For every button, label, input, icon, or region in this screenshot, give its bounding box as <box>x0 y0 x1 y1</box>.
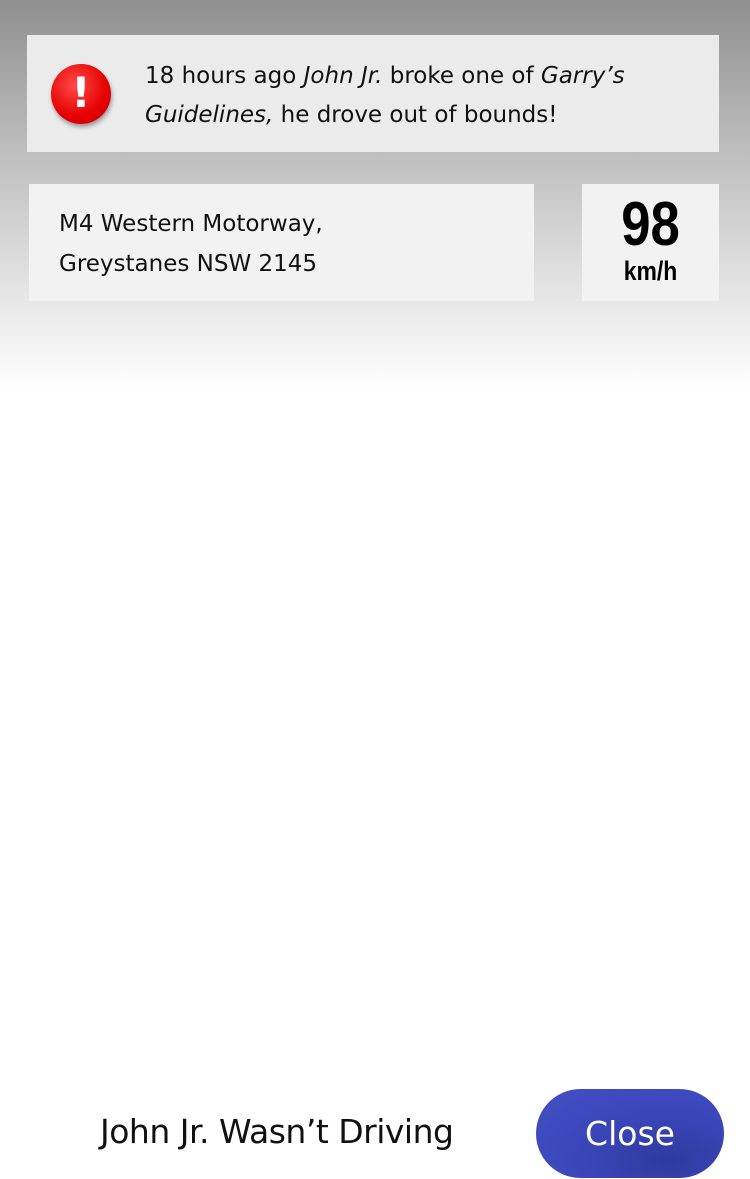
speed-value: 98 <box>621 190 680 259</box>
alert-middle-text: broke one of <box>382 63 541 89</box>
location-card: M4 Western Motorway, Greystanes NSW 2145 <box>29 184 534 301</box>
alert-time-ago: 18 hours ago <box>145 63 297 89</box>
alert-driver-name: John Jr. <box>303 63 383 89</box>
wasnt-driving-button[interactable]: John Jr. Wasn’t Driving <box>100 1110 454 1154</box>
close-button[interactable]: Close <box>536 1089 724 1178</box>
speed-unit: km/h <box>623 256 678 286</box>
exclamation-glyph: ! <box>71 68 91 117</box>
address-line-1: M4 Western Motorway, <box>59 211 323 237</box>
alert-end-text: he drove out of bounds! <box>273 102 558 128</box>
violation-alert-card: ! 18 hours ago John Jr. broke one of Gar… <box>27 35 719 152</box>
alert-message: 18 hours ago John Jr. broke one of Garry… <box>145 57 705 135</box>
exclamation-icon: ! <box>51 64 111 124</box>
address-line-2: Greystanes NSW 2145 <box>59 251 318 277</box>
speed-card: 98 km/h <box>582 184 719 301</box>
